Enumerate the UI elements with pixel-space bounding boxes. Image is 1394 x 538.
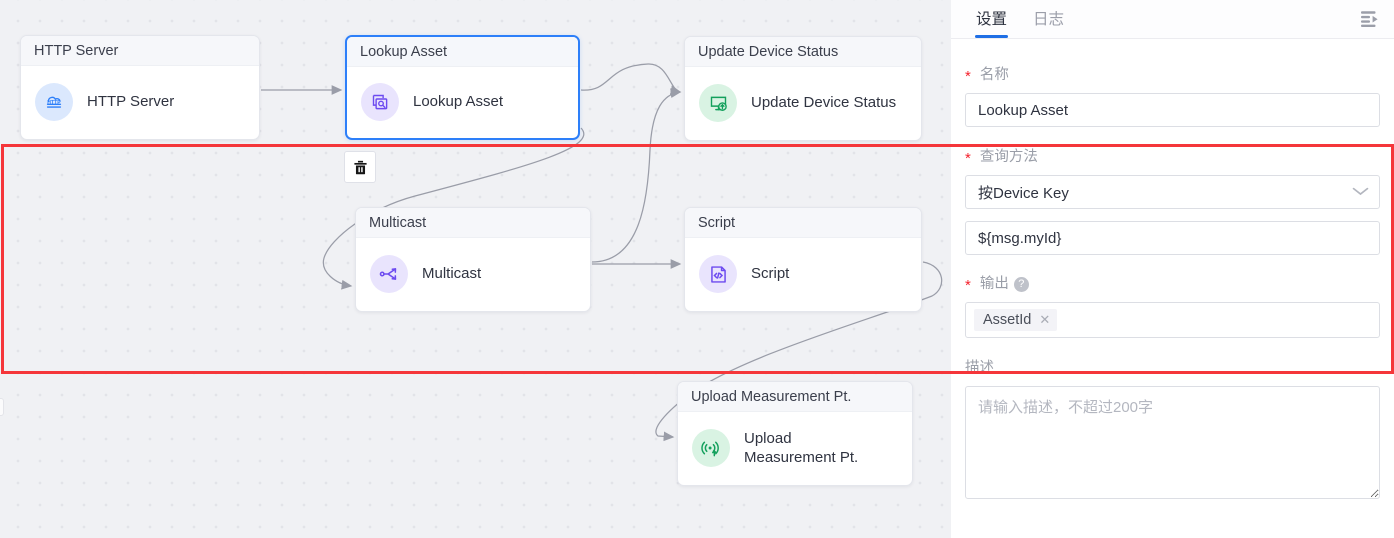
lookup-asset-icon bbox=[361, 83, 399, 121]
node-multicast[interactable]: Multicast Multicast bbox=[355, 207, 591, 312]
properties-panel: 设置 日志 名称 查询方法 按 bbox=[951, 0, 1394, 538]
upload-signal-icon bbox=[692, 429, 730, 467]
chevron-down-icon bbox=[1352, 185, 1369, 199]
node-update-device-status[interactable]: Update Device Status Update Device Statu… bbox=[684, 36, 922, 141]
output-tag-label: AssetId bbox=[983, 312, 1032, 328]
field-name-label: 名称 bbox=[965, 67, 1380, 83]
node-label: Multicast bbox=[422, 265, 482, 283]
field-output-label: 输出 ? bbox=[965, 276, 1380, 292]
flow-canvas[interactable]: HTTP Server HTTP HTTP Server Lookup Asse… bbox=[0, 0, 951, 538]
device-status-icon bbox=[699, 84, 737, 122]
field-output-label-text: 输出 bbox=[979, 276, 1009, 292]
node-http-server[interactable]: HTTP Server HTTP HTTP Server bbox=[20, 35, 260, 140]
node-label: HTTP Server bbox=[87, 93, 175, 111]
node-body: Lookup Asset bbox=[347, 67, 578, 137]
node-body: Upload Measurement Pt. bbox=[678, 412, 912, 484]
panel-tabs: 设置 日志 bbox=[951, 0, 1394, 39]
field-name: 名称 bbox=[965, 67, 1380, 127]
field-query-method-label: 查询方法 bbox=[965, 149, 1380, 165]
node-body: Multicast bbox=[356, 238, 590, 310]
node-upload-measurement-pt[interactable]: Upload Measurement Pt. Upload Measuremen… bbox=[677, 381, 913, 486]
workflow-editor: HTTP Server HTTP HTTP Server Lookup Asse… bbox=[0, 0, 1394, 538]
node-label: Update Device Status bbox=[751, 94, 897, 112]
node-title: Multicast bbox=[356, 208, 590, 238]
node-title: HTTP Server bbox=[21, 36, 259, 66]
tab-settings[interactable]: 设置 bbox=[963, 7, 1020, 38]
output-tags-input[interactable]: AssetId ✕ bbox=[965, 302, 1380, 338]
description-textarea[interactable] bbox=[965, 386, 1380, 499]
node-body: HTTP HTTP Server bbox=[21, 66, 259, 138]
tab-logs[interactable]: 日志 bbox=[1020, 7, 1077, 38]
device-key-input[interactable] bbox=[965, 221, 1380, 255]
multicast-share-icon bbox=[370, 255, 408, 293]
query-method-value: 按Device Key bbox=[978, 184, 1069, 202]
node-body: Update Device Status bbox=[685, 67, 921, 139]
trash-icon bbox=[353, 160, 367, 174]
question-circle-icon[interactable]: ? bbox=[1013, 276, 1029, 292]
node-label: Script bbox=[751, 265, 790, 283]
http-cloud-icon: HTTP bbox=[35, 83, 73, 121]
delete-node-button[interactable] bbox=[344, 151, 376, 183]
node-title: Upload Measurement Pt. bbox=[678, 382, 912, 412]
field-query-method: 查询方法 按Device Key bbox=[965, 149, 1380, 209]
field-description: 描述 bbox=[965, 360, 1380, 504]
query-method-select[interactable]: 按Device Key bbox=[965, 175, 1380, 209]
field-description-label: 描述 bbox=[965, 360, 994, 376]
node-title: Update Device Status bbox=[685, 37, 921, 67]
node-lookup-asset[interactable]: Lookup Asset Lookup Asset bbox=[345, 35, 580, 140]
collapse-panel-icon[interactable] bbox=[1359, 8, 1383, 30]
field-output: 输出 ? AssetId ✕ bbox=[965, 276, 1380, 338]
close-small-icon[interactable]: ✕ bbox=[1039, 312, 1050, 328]
node-body: Script bbox=[685, 238, 921, 310]
node-label: Upload Measurement Pt. bbox=[744, 429, 859, 466]
canvas-left-handle[interactable] bbox=[0, 398, 4, 416]
name-input[interactable] bbox=[965, 93, 1380, 127]
output-tag: AssetId ✕ bbox=[974, 309, 1058, 331]
svg-text:HTTP: HTTP bbox=[47, 100, 61, 106]
field-device-key bbox=[965, 221, 1380, 255]
script-code-icon bbox=[699, 255, 737, 293]
node-title: Script bbox=[685, 208, 921, 238]
node-script[interactable]: Script Script bbox=[684, 207, 922, 312]
node-label: Lookup Asset bbox=[413, 93, 504, 111]
node-title: Lookup Asset bbox=[347, 37, 578, 67]
settings-form: 名称 查询方法 按Device Key bbox=[951, 39, 1394, 538]
